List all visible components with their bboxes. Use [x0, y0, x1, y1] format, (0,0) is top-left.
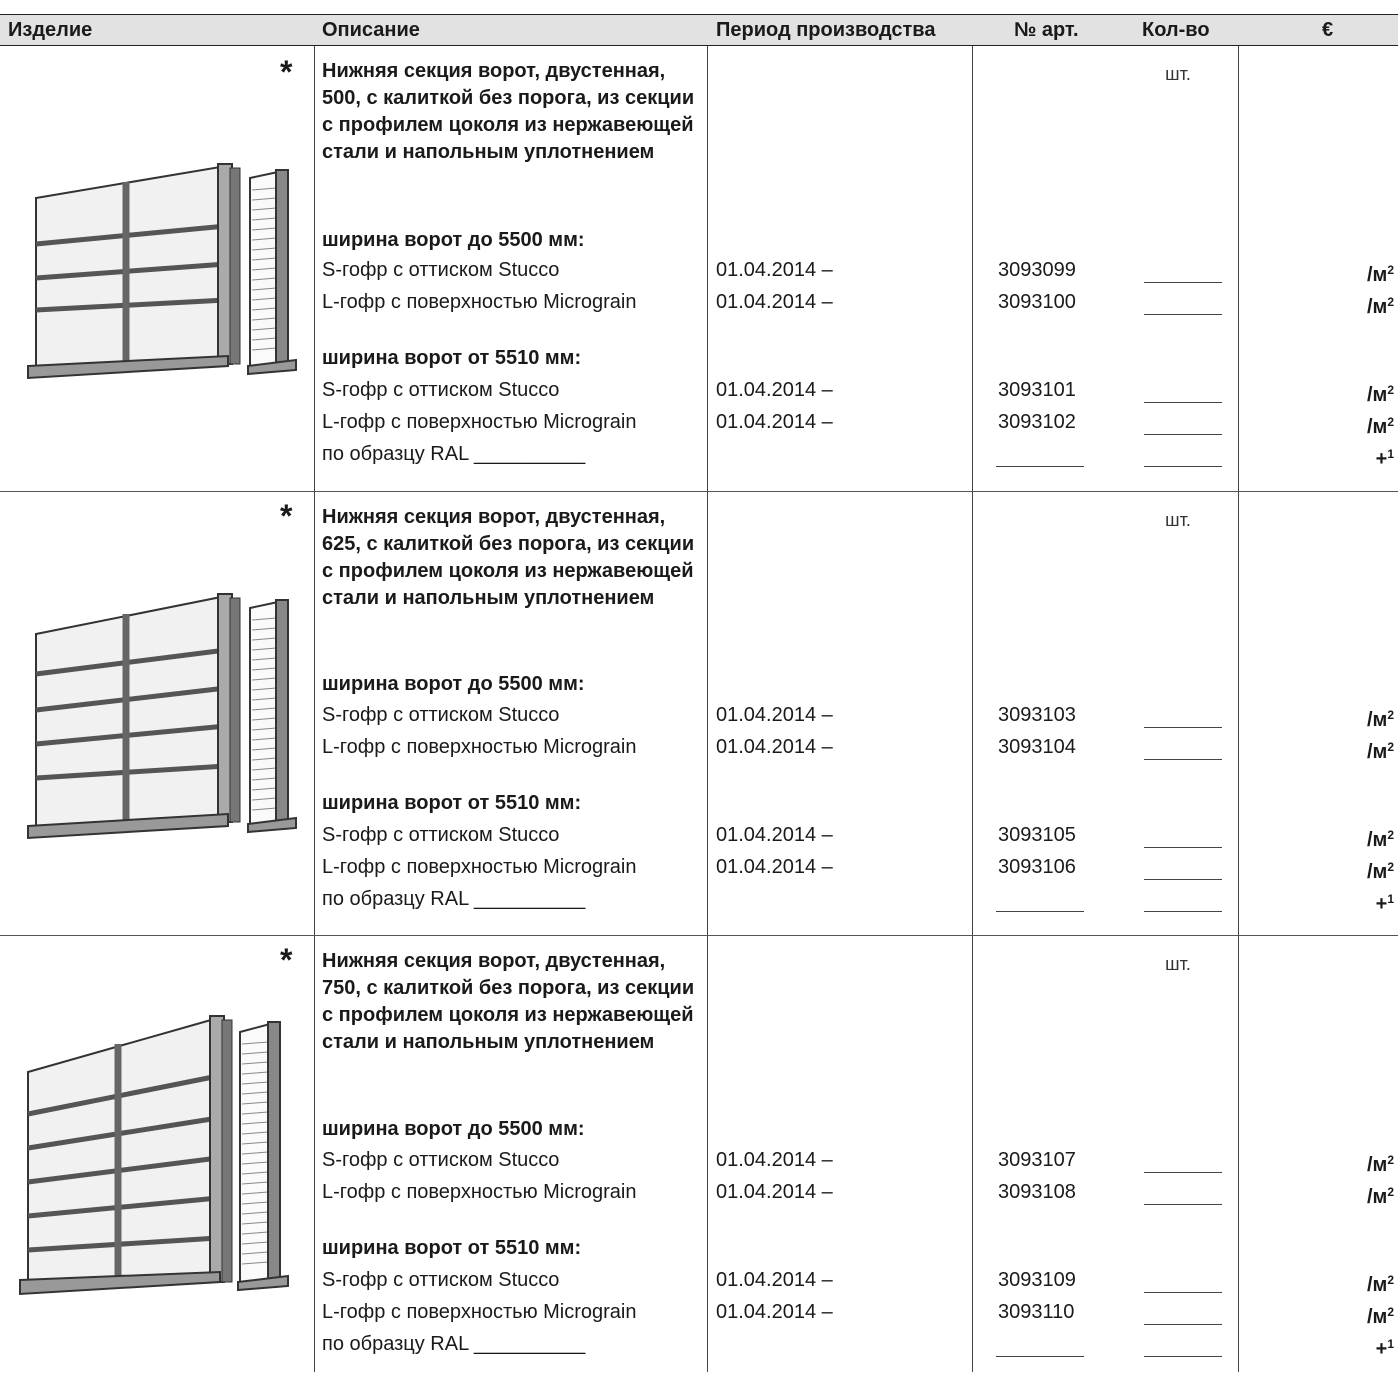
star-mark: *	[280, 498, 293, 534]
art-number: 3093108	[998, 1181, 1076, 1203]
art-number: 3093099	[998, 259, 1076, 281]
header-art: № арт.	[1014, 19, 1079, 41]
qty-blank	[1144, 1204, 1222, 1205]
unit-label: шт.	[1165, 510, 1191, 530]
price-unit: /м2	[1366, 740, 1394, 763]
column-divider	[972, 46, 973, 1372]
variant-s: S-гофр с оттиском Stucco	[322, 1149, 560, 1171]
variant-l: L-гофр с поверхностью Micrograin	[322, 856, 637, 878]
period-value: 01.04.2014 –	[716, 259, 833, 281]
qty-blank	[1144, 879, 1222, 880]
qty-blank	[1144, 282, 1222, 283]
period-value: 01.04.2014 –	[716, 1149, 833, 1171]
qty-blank	[1144, 402, 1222, 403]
art-number: 3093107	[998, 1149, 1076, 1171]
width-to-label: ширина ворот до 5500 мм:	[322, 229, 585, 251]
period-value: 01.04.2014 –	[716, 411, 833, 433]
variant-l: L-гофр с поверхностью Micrograin	[322, 736, 637, 758]
period-value: 01.04.2014 –	[716, 379, 833, 401]
qty-blank	[1144, 1172, 1222, 1173]
period-value: 01.04.2014 –	[716, 1269, 833, 1291]
qty-blank	[1144, 847, 1222, 848]
art-blank	[996, 466, 1084, 467]
door-section-illustration	[16, 588, 306, 855]
variant-s: S-гофр с оттиском Stucco	[322, 704, 560, 726]
star-mark: *	[280, 942, 293, 978]
period-value: 01.04.2014 –	[716, 704, 833, 726]
price-plus: +1	[1375, 447, 1394, 470]
ral-option: по образцу RAL __________	[322, 443, 586, 465]
art-blank	[996, 911, 1084, 912]
period-value: 01.04.2014 –	[716, 1301, 833, 1323]
row-title: Нижняя секция ворот, двустенная, 500, с …	[322, 60, 695, 163]
width-to-label: ширина ворот до 5500 мм:	[322, 673, 585, 695]
art-number: 3093105	[998, 824, 1076, 846]
column-divider	[314, 46, 315, 1372]
header-description: Описание	[322, 19, 420, 41]
art-number: 3093110	[998, 1301, 1075, 1323]
art-number: 3093103	[998, 704, 1076, 726]
row-divider	[0, 491, 1398, 492]
price-plus: +1	[1375, 1337, 1394, 1360]
door-section-illustration	[16, 160, 306, 395]
price-unit: /м2	[1366, 1185, 1394, 1208]
qty-blank	[1144, 1292, 1222, 1293]
row-title: Нижняя секция ворот, двустенная, 750, с …	[322, 950, 695, 1053]
unit-label: шт.	[1165, 954, 1191, 974]
width-from-label: ширина ворот от 5510 мм:	[322, 347, 582, 369]
qty-blank	[1144, 434, 1222, 435]
column-divider	[1238, 46, 1239, 1372]
header-price: €	[1322, 19, 1334, 41]
qty-blank	[1144, 314, 1222, 315]
qty-blank	[1144, 1356, 1222, 1357]
qty-blank	[1144, 759, 1222, 760]
variant-s: S-гофр с оттиском Stucco	[322, 824, 560, 846]
column-divider	[707, 46, 708, 1372]
variant-l: L-гофр с поверхностью Micrograin	[322, 291, 637, 313]
art-number: 3093104	[998, 736, 1076, 758]
variant-l: L-гофр с поверхностью Micrograin	[322, 411, 637, 433]
period-value: 01.04.2014 –	[716, 736, 833, 758]
period-value: 01.04.2014 –	[716, 1181, 833, 1203]
row-divider	[0, 935, 1398, 936]
variant-s: S-гофр с оттиском Stucco	[322, 259, 560, 281]
unit-label: шт.	[1165, 64, 1191, 84]
star-mark: *	[280, 54, 293, 90]
row-title: Нижняя секция ворот, двустенная, 625, с …	[322, 506, 695, 609]
art-blank	[996, 1356, 1084, 1357]
variant-l: L-гофр с поверхностью Micrograin	[322, 1301, 637, 1323]
price-table: Изделие Описание Период производства № а…	[0, 0, 1398, 1378]
width-to-label: ширина ворот до 5500 мм:	[322, 1118, 585, 1140]
art-number: 3093106	[998, 856, 1076, 878]
qty-blank	[1144, 466, 1222, 467]
qty-blank	[1144, 1324, 1222, 1325]
price-unit: /м2	[1366, 295, 1394, 318]
qty-blank	[1144, 727, 1222, 728]
qty-blank	[1144, 911, 1222, 912]
art-number: 3093102	[998, 411, 1076, 433]
width-from-label: ширина ворот от 5510 мм:	[322, 792, 582, 814]
variant-s: S-гофр с оттиском Stucco	[322, 1269, 560, 1291]
art-number: 3093101	[998, 379, 1076, 401]
width-from-label: ширина ворот от 5510 мм:	[322, 1237, 582, 1259]
header-period: Период производства	[716, 19, 936, 41]
ral-option: по образцу RAL __________	[322, 1333, 586, 1355]
period-value: 01.04.2014 –	[716, 291, 833, 313]
art-number: 3093100	[998, 291, 1076, 313]
period-value: 01.04.2014 –	[716, 824, 833, 846]
header-product: Изделие	[8, 19, 93, 41]
variant-l: L-гофр с поверхностью Micrograin	[322, 1181, 637, 1203]
art-number: 3093109	[998, 1269, 1076, 1291]
ral-option: по образцу RAL __________	[322, 888, 586, 910]
variant-s: S-гофр с оттиском Stucco	[322, 379, 560, 401]
period-value: 01.04.2014 –	[716, 856, 833, 878]
door-section-illustration	[16, 1010, 306, 1315]
header-qty: Кол-во	[1142, 19, 1210, 41]
price-plus: +1	[1375, 892, 1394, 915]
